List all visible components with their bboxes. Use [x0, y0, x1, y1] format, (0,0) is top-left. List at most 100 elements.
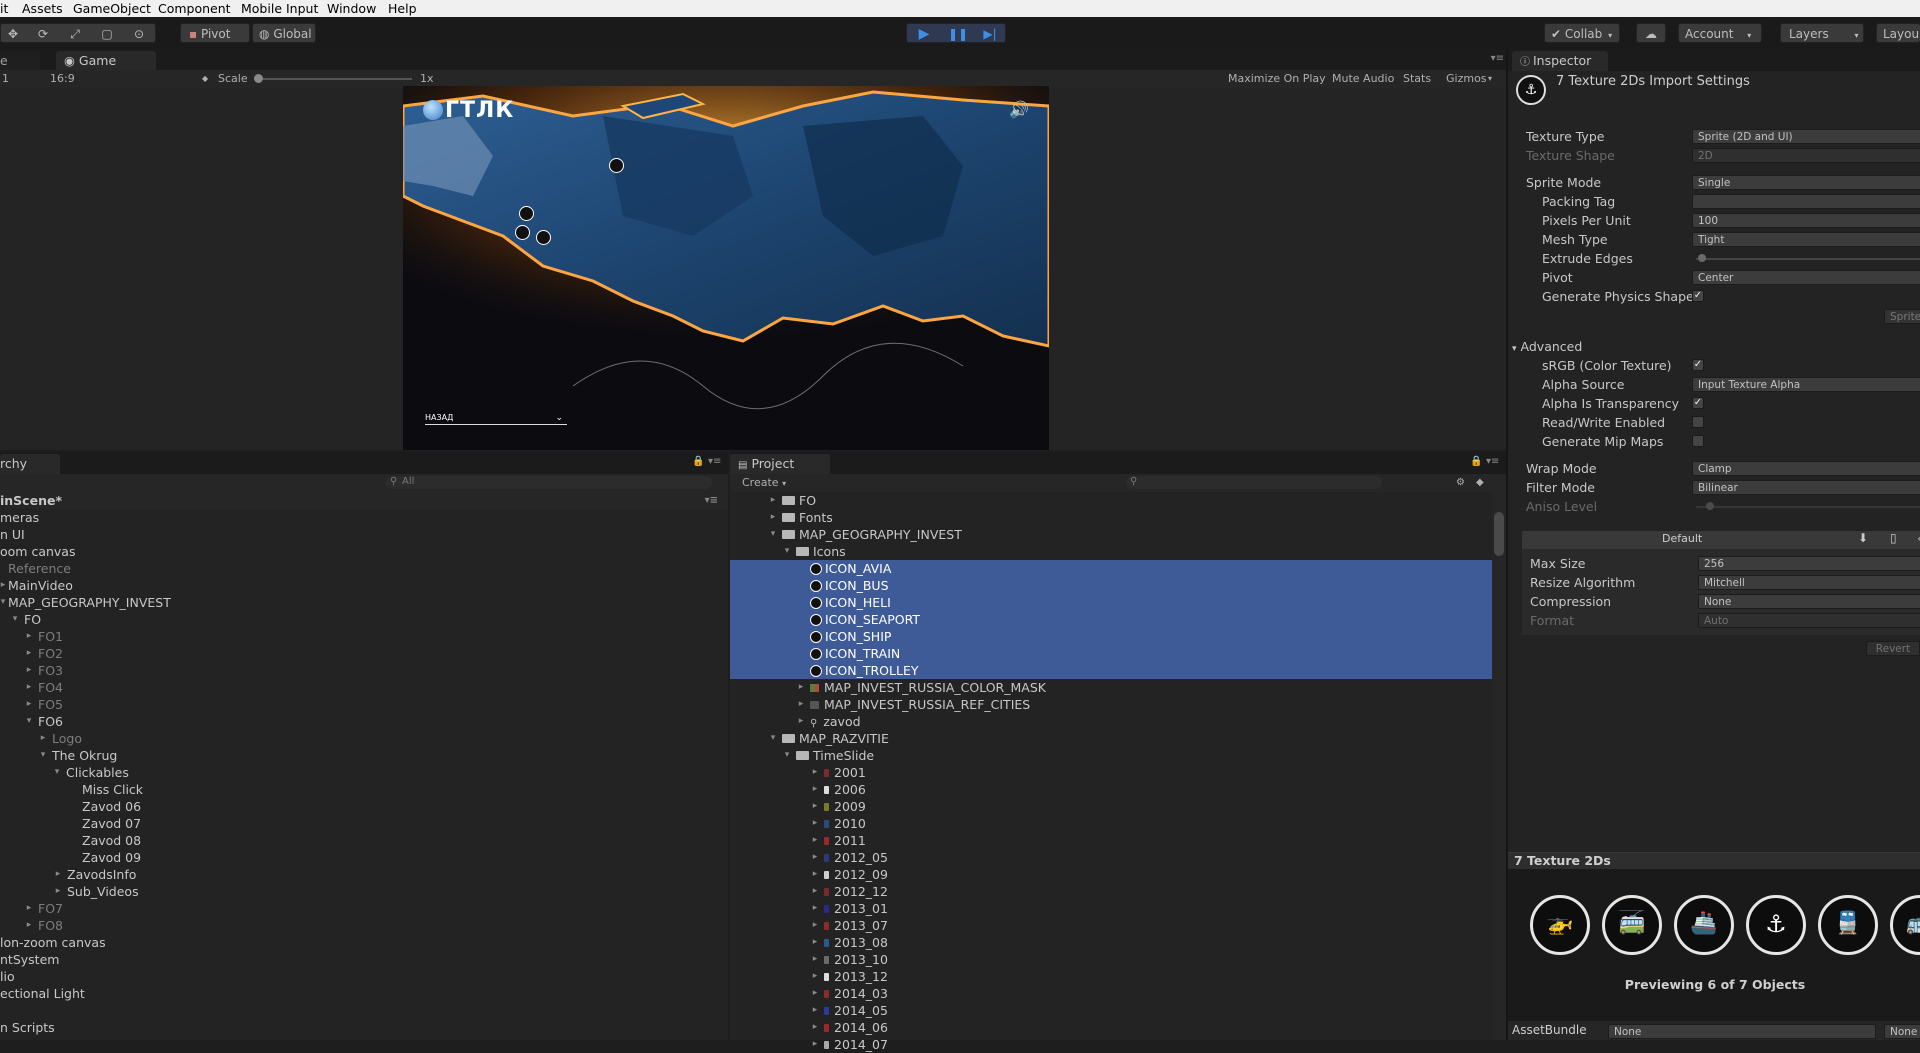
display-select[interactable]: 1	[2, 70, 9, 88]
expand-arrow-icon[interactable]: ▸	[810, 781, 820, 798]
back-dropdown[interactable]: НАЗАД ⌄	[425, 412, 567, 425]
project-asset-row[interactable]: ▸ 2010	[813, 815, 866, 832]
download-icon[interactable]: ⬇	[1858, 531, 1868, 545]
create-dropdown[interactable]: Create ▾	[742, 474, 786, 493]
tab-hierarchy[interactable]: rchy	[0, 454, 60, 474]
max-size-select[interactable]: 256	[1698, 556, 1920, 571]
project-folder-row[interactable]: ▾ MAP_GEOGRAPHY_INVEST	[771, 526, 962, 543]
expand-arrow-icon[interactable]: ▸	[810, 917, 820, 934]
tree-row[interactable]: ▸ FO1	[24, 628, 63, 645]
filter-mode-select[interactable]: Bilinear	[1692, 480, 1920, 495]
tree-row[interactable]: lio	[0, 968, 15, 985]
expand-arrow-icon[interactable]: ▸	[810, 764, 820, 781]
tree-row[interactable]: ▾ Clickables	[52, 764, 129, 781]
expand-arrow-icon[interactable]: ▸	[810, 866, 820, 883]
tab-game[interactable]: ◉ Game	[56, 51, 156, 71]
project-asset-row[interactable]: ▸ 2014_07	[813, 1036, 888, 1053]
expand-arrow-icon[interactable]: ▸	[796, 713, 806, 730]
map-marker-icon[interactable]	[519, 206, 534, 221]
project-asset-row[interactable]: ▸ 2013_07	[813, 917, 888, 934]
extrude-edges-slider[interactable]	[1696, 258, 1920, 260]
scale-slider-thumb[interactable]	[254, 74, 263, 83]
map-marker-icon[interactable]	[609, 158, 624, 173]
expand-arrow-icon[interactable]: ▸	[768, 492, 778, 509]
map-marker-icon[interactable]	[536, 230, 551, 245]
menu-mobile-input[interactable]: Mobile Input	[241, 0, 318, 17]
tree-row[interactable]: Reference	[8, 560, 71, 577]
project-asset-row[interactable]: ▸ MAP_INVEST_RUSSIA_REF_CITIES	[799, 696, 1030, 713]
srgb-checkbox[interactable]: ✓	[1692, 359, 1704, 371]
expand-arrow-icon[interactable]: ▸	[0, 577, 8, 594]
collapse-arrow-icon[interactable]: ▾	[0, 594, 8, 611]
tree-row[interactable]: Zavod 07	[82, 815, 141, 832]
expand-arrow-icon[interactable]: ▸	[796, 679, 806, 696]
expand-arrow-icon[interactable]: ▸	[24, 662, 34, 679]
rotate-tool-icon[interactable]: ⟳	[33, 24, 53, 44]
tree-row[interactable]: lon-zoom canvas	[0, 934, 106, 951]
expand-arrow-icon[interactable]: ▸	[810, 798, 820, 815]
expand-arrow-icon[interactable]: ▸	[810, 985, 820, 1002]
tree-row[interactable]: ▸ FO2	[24, 645, 63, 662]
expand-arrow-icon[interactable]: ▸	[810, 951, 820, 968]
project-folder-row[interactable]: ▾ Icons	[785, 543, 846, 560]
speaker-icon[interactable]: 🔊	[1009, 100, 1029, 119]
sprite-editor-button[interactable]: Sprite	[1884, 309, 1920, 324]
expand-arrow-icon[interactable]: ▸	[24, 679, 34, 696]
platform-tab-default[interactable]: Default	[1662, 532, 1702, 545]
play-icon[interactable]: ▶	[915, 24, 933, 44]
tree-row[interactable]: Miss Click	[82, 781, 143, 798]
tree-row[interactable]: ▾ FO	[10, 611, 41, 628]
scale-slider[interactable]	[256, 78, 412, 80]
scale-tool-icon[interactable]: ⤢	[65, 24, 85, 44]
collapse-arrow-icon[interactable]: ▾	[768, 730, 778, 747]
tree-row[interactable]: ▸ Logo	[38, 730, 82, 747]
tree-row[interactable]: n UI	[0, 526, 25, 543]
tree-row[interactable]: ▸ FO5	[24, 696, 63, 713]
scene-root-row[interactable]: inScene* ▾≡	[0, 492, 728, 509]
project-asset-row[interactable]: ▸ 2011	[813, 832, 866, 849]
menu-window[interactable]: Window	[327, 0, 376, 17]
collapse-arrow-icon[interactable]: ▾	[768, 526, 778, 543]
pivot-select[interactable]: Center	[1692, 270, 1920, 285]
tab-inspector[interactable]: ⓘ Inspector	[1512, 51, 1608, 71]
mobile-icon[interactable]: ▯	[1890, 531, 1897, 545]
assetbundle-variant-select[interactable]: None	[1884, 1024, 1920, 1039]
tree-row[interactable]: ▸ FO8	[24, 917, 63, 934]
expand-arrow-icon[interactable]: ▸	[24, 900, 34, 917]
tree-row[interactable]: ▾ MAP_GEOGRAPHY_INVEST	[0, 594, 171, 611]
collapse-arrow-icon[interactable]: ▾	[782, 747, 792, 764]
hierarchy-search-input[interactable]: ⚲ All	[386, 476, 712, 489]
readwrite-checkbox[interactable]	[1692, 416, 1704, 428]
expand-arrow-icon[interactable]: ▸	[810, 815, 820, 832]
expand-arrow-icon[interactable]: ▸	[810, 900, 820, 917]
expand-arrow-icon[interactable]: ▸	[24, 696, 34, 713]
maximize-on-play-toggle[interactable]: Maximize On Play	[1228, 70, 1326, 88]
project-asset-row[interactable]: ▸ICON_BUS	[730, 577, 1492, 594]
mesh-type-select[interactable]: Tight	[1692, 232, 1920, 247]
lock-icon[interactable]: 🔒	[692, 456, 704, 467]
collapse-arrow-icon[interactable]: ▾	[52, 764, 62, 781]
collapse-arrow-icon[interactable]: ▾	[38, 747, 48, 764]
expand-arrow-icon[interactable]: ▸	[24, 645, 34, 662]
project-asset-row[interactable]: ▸ 2006	[813, 781, 866, 798]
project-asset-row[interactable]: ▸ 2009	[813, 798, 866, 815]
project-asset-row[interactable]: ▸ICON_TRAIN	[730, 645, 1492, 662]
project-folder-row[interactable]: ▸ Fonts	[771, 509, 833, 526]
menu-gameobject[interactable]: GameObject	[73, 0, 151, 17]
project-asset-row[interactable]: ▸ICON_HELI	[730, 594, 1492, 611]
collab-button[interactable]: ✔ Collab ▾	[1544, 23, 1620, 43]
tree-row[interactable]: ▸ FO4	[24, 679, 63, 696]
collapse-arrow-icon[interactable]: ▾	[24, 713, 34, 730]
tree-row[interactable]: ▸ MainVideo	[0, 577, 73, 594]
scene-menu-icon[interactable]: ▾≡	[705, 492, 718, 509]
tree-row[interactable]: ▸ ZavodsInfo	[53, 866, 137, 883]
packing-tag-input[interactable]	[1692, 194, 1920, 209]
tree-row[interactable]: ▸ FO7	[24, 900, 63, 917]
expand-arrow-icon[interactable]: ▸	[810, 849, 820, 866]
project-asset-row[interactable]: ▸ 2012_09	[813, 866, 888, 883]
expand-arrow-icon[interactable]: ▸	[768, 509, 778, 526]
expand-arrow-icon[interactable]: ▸	[53, 883, 63, 900]
game-render[interactable]: ГТЛК 🔊 НАЗАД ⌄	[403, 86, 1049, 450]
project-asset-row[interactable]: ▸ICON_SEAPORT	[730, 611, 1492, 628]
project-search-input[interactable]: ⚲	[1126, 476, 1382, 489]
